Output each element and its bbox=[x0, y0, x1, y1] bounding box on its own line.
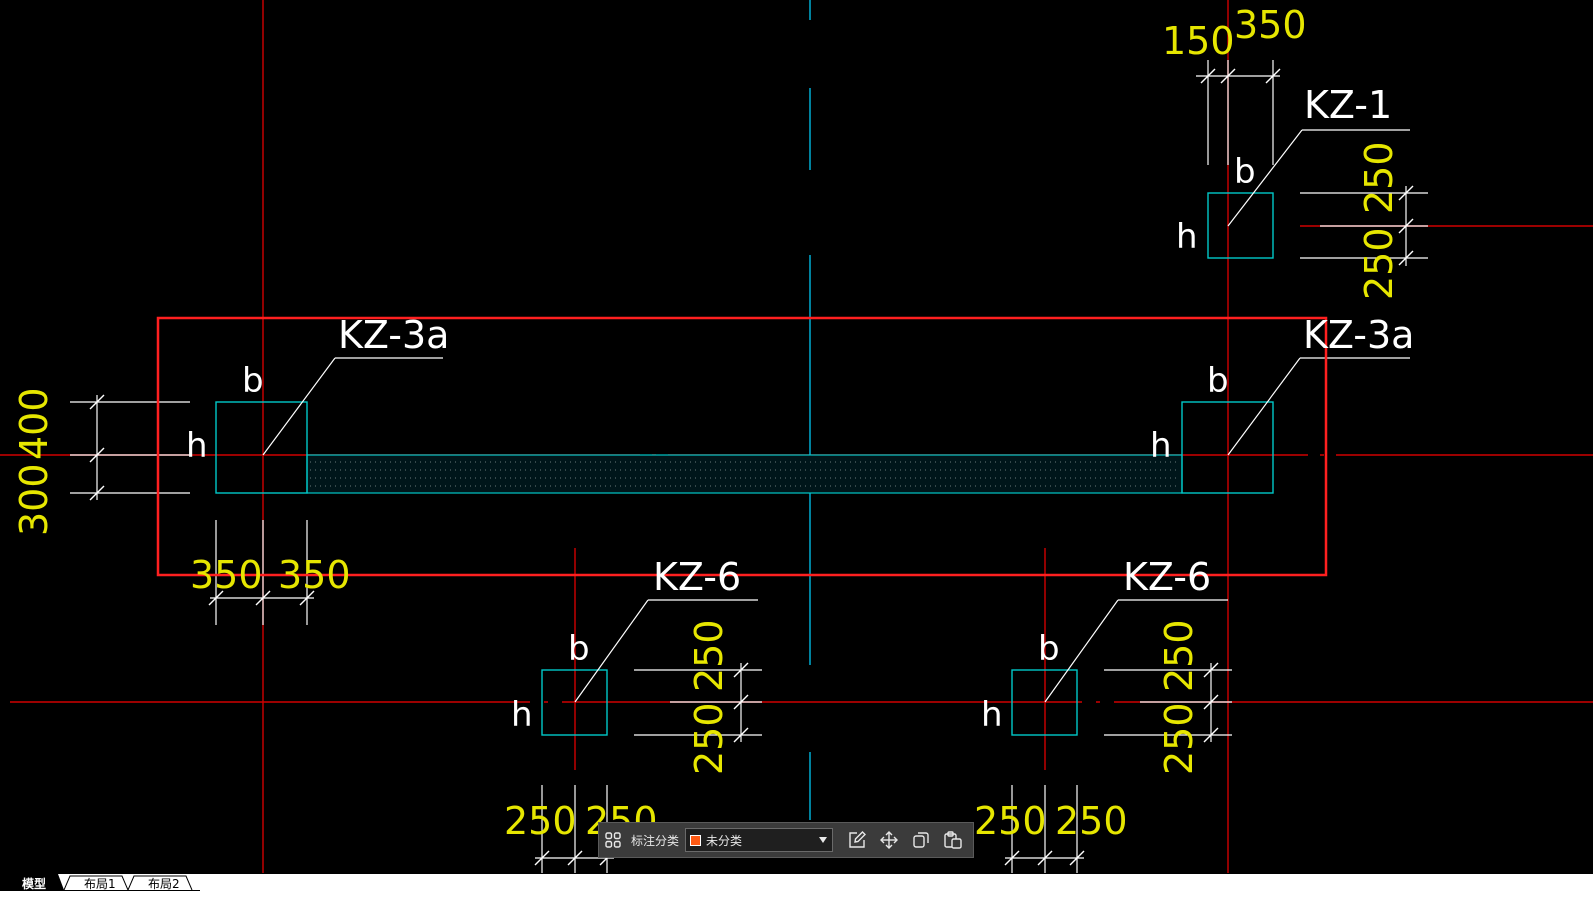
copy-icon[interactable] bbox=[905, 825, 937, 855]
column-tag[interactable]: KZ-1 bbox=[1304, 83, 1392, 127]
column-tag[interactable]: KZ-6 bbox=[653, 555, 741, 599]
dimension-text[interactable]: 250 bbox=[687, 619, 731, 692]
dimension-text[interactable]: 250 bbox=[687, 702, 731, 775]
category-value: 未分类 bbox=[706, 833, 743, 848]
column-h-label: h bbox=[1150, 426, 1172, 466]
beam bbox=[306, 454, 1183, 494]
dimension-text[interactable]: 250 bbox=[1055, 799, 1128, 843]
dimension-text[interactable]: 250 bbox=[1357, 141, 1401, 214]
cad-drawing-canvas[interactable]: KZ-1 b h 150 350 250 250 KZ-3a b h 400 3… bbox=[0, 0, 1593, 893]
chevron-down-icon bbox=[818, 833, 828, 847]
column-tag[interactable]: KZ-6 bbox=[1123, 555, 1211, 599]
move-icon[interactable] bbox=[873, 825, 905, 855]
annotation-toolbar: 标注分类 未分类 bbox=[598, 822, 974, 858]
column-b-label: b bbox=[568, 629, 590, 669]
dimension-text[interactable]: 250 bbox=[1357, 227, 1401, 300]
column-b-label: b bbox=[1234, 152, 1256, 192]
tab-layout1[interactable]: 布局1 bbox=[84, 875, 116, 892]
edit-icon[interactable] bbox=[841, 825, 873, 855]
column-h-label: h bbox=[511, 695, 533, 735]
dimension-text[interactable]: 400 bbox=[12, 387, 56, 460]
axis-lines bbox=[0, 0, 1593, 873]
column-h-label: h bbox=[981, 695, 1003, 735]
dimension-text[interactable]: 250 bbox=[1157, 702, 1201, 775]
dimension-text[interactable]: 250 bbox=[1157, 619, 1201, 692]
tab-layout2[interactable]: 布局2 bbox=[148, 875, 180, 892]
category-color-swatch bbox=[690, 834, 702, 846]
dimension-text[interactable]: 350 bbox=[278, 553, 351, 597]
column-tag[interactable]: KZ-3a bbox=[338, 313, 449, 357]
dimension-text[interactable]: 250 bbox=[974, 799, 1047, 843]
column-b-label: b bbox=[1038, 629, 1060, 669]
column-h-label: h bbox=[186, 426, 208, 466]
column-h-label: h bbox=[1176, 217, 1198, 257]
column-b-label: b bbox=[1207, 361, 1229, 401]
dimension-text[interactable]: 300 bbox=[12, 463, 56, 536]
column-tag[interactable]: KZ-3a bbox=[1303, 313, 1414, 357]
category-label: 标注分类 bbox=[631, 833, 680, 848]
category-dropdown[interactable]: 未分类 bbox=[685, 828, 834, 852]
grid-icon[interactable] bbox=[599, 826, 627, 854]
column-b-label: b bbox=[242, 361, 264, 401]
dimension-text[interactable]: 250 bbox=[504, 799, 577, 843]
dimension-text[interactable]: 350 bbox=[190, 553, 263, 597]
tab-model[interactable]: 模型 bbox=[22, 875, 46, 892]
dimension-text[interactable]: 350 bbox=[1234, 3, 1307, 47]
paste-icon[interactable] bbox=[937, 825, 969, 855]
dimension-text[interactable]: 150 bbox=[1162, 19, 1235, 63]
layout-tab-bar: 模型 布局1 布局2 bbox=[0, 874, 1593, 908]
